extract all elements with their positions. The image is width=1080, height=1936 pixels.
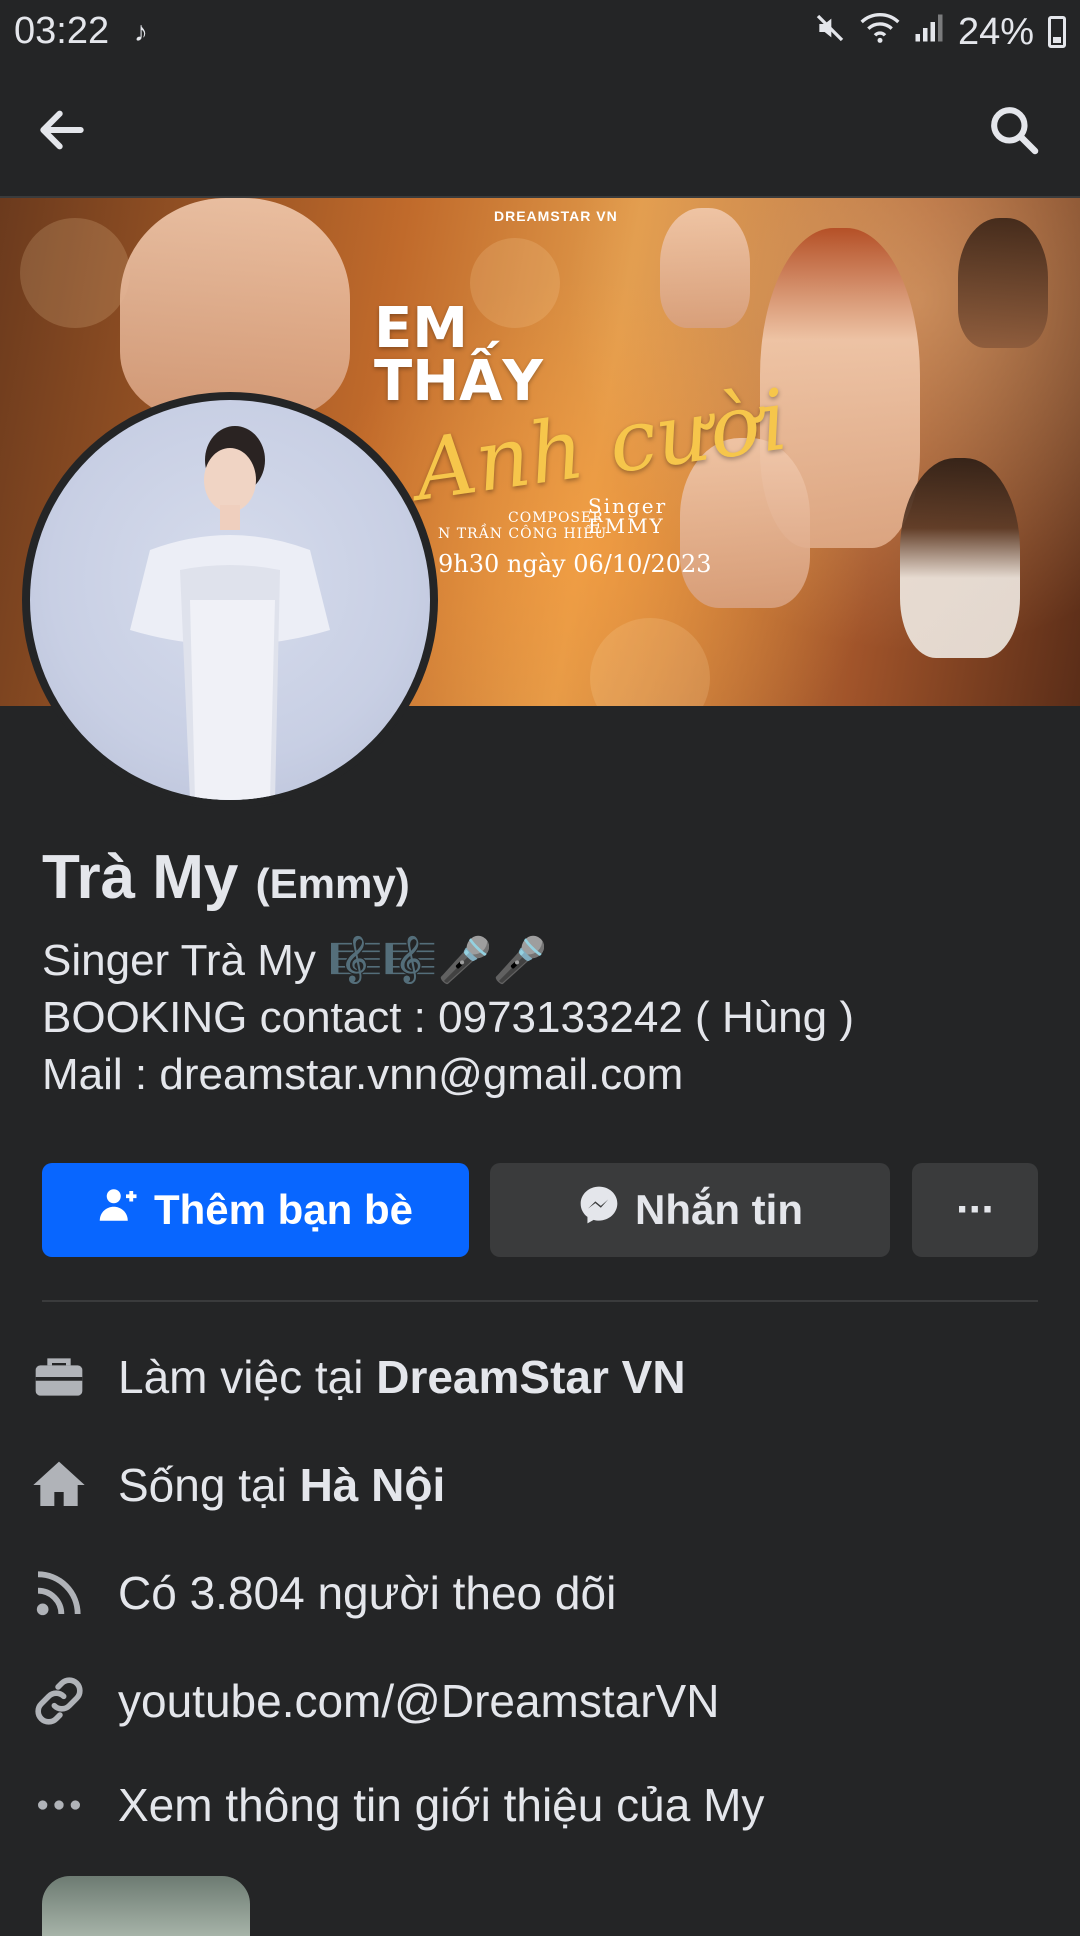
detail-see-about-text: Xem thông tin giới thiệu của My xyxy=(118,1779,765,1831)
rss-icon xyxy=(30,1564,88,1622)
message-button[interactable]: Nhắn tin xyxy=(490,1163,890,1257)
home-icon xyxy=(30,1456,88,1514)
cover-person xyxy=(900,458,1020,658)
cover-singer-name: EMMY xyxy=(588,514,665,538)
cover-person xyxy=(660,208,750,328)
arrow-left-icon[interactable] xyxy=(22,90,102,170)
bio-line: Mail : dreamstar.vnn@gmail.com xyxy=(42,1050,684,1099)
detail-bold: DreamStar VN xyxy=(376,1351,686,1403)
status-icons: 24% xyxy=(814,10,1066,54)
detail-home: Sống tại Hà Nội xyxy=(30,1456,1050,1514)
detail-home-text: Sống tại Hà Nội xyxy=(118,1458,445,1512)
avatar-photo xyxy=(30,400,430,800)
detail-work: Làm việc tại DreamStar VN xyxy=(30,1348,1050,1406)
cover-title-line1: EM xyxy=(374,296,468,361)
bio-line: BOOKING contact : 0973133242 ( Hùng ) xyxy=(42,993,855,1042)
profile-name: Trà My (Emmy) xyxy=(42,842,410,913)
cover-composer-label: COMPOSER xyxy=(508,510,604,526)
add-friend-icon xyxy=(98,1184,140,1236)
battery-icon xyxy=(1048,16,1066,48)
cover-singer: Singer EMMY xyxy=(588,496,667,536)
detail-followers: Có 3.804 người theo dõi xyxy=(30,1564,1050,1622)
detail-prefix: Làm việc tại xyxy=(118,1351,377,1403)
messenger-icon xyxy=(577,1183,621,1237)
cover-date: 9h30 ngày 06/10/2023 xyxy=(438,550,712,578)
bokeh xyxy=(590,618,710,706)
avatar-figure xyxy=(130,426,330,800)
detail-see-about[interactable]: Xem thông tin giới thiệu của My xyxy=(30,1776,1050,1834)
status-bar: 03:22 ♪ 24% xyxy=(0,0,1080,64)
add-friend-button[interactable]: Thêm bạn bè xyxy=(42,1163,469,1257)
detail-work-text: Làm việc tại DreamStar VN xyxy=(118,1350,686,1404)
profile-bio: Singer Trà My 🎼🎼🎤🎤 BOOKING contact : 097… xyxy=(42,932,854,1103)
link-icon xyxy=(30,1672,88,1730)
profile-name-text: Trà My xyxy=(42,843,239,912)
mute-icon xyxy=(814,11,846,54)
wifi-icon xyxy=(860,10,900,54)
detail-link-text[interactable]: youtube.com/@DreamstarVN xyxy=(118,1674,719,1728)
message-label: Nhắn tin xyxy=(635,1186,803,1233)
cover-composer: COMPOSER N TRẦN CÔNG HIẾU xyxy=(438,510,607,542)
detail-bold: Hà Nội xyxy=(299,1459,446,1511)
featured-photo-thumbnail[interactable] xyxy=(42,1876,250,1936)
cover-person xyxy=(120,198,350,418)
cover-title-line2: THẤY xyxy=(374,349,543,415)
cover-person xyxy=(958,218,1048,348)
bokeh xyxy=(20,218,130,328)
detail-followers-text: Có 3.804 người theo dõi xyxy=(118,1567,617,1619)
cover-singer-label: Singer xyxy=(588,494,668,518)
app-bar xyxy=(0,64,1080,198)
more-options-button[interactable]: ··· xyxy=(912,1163,1038,1257)
bio-line: Singer Trà My 🎼🎼🎤🎤 xyxy=(42,936,548,985)
search-icon[interactable] xyxy=(974,90,1054,170)
cover-brand: DREAMSTAR VN xyxy=(494,208,618,224)
signal-icon xyxy=(914,11,944,54)
section-divider xyxy=(42,1300,1038,1302)
profile-avatar[interactable] xyxy=(22,392,438,808)
status-time: 03:22 xyxy=(14,10,110,52)
battery-percent: 24% xyxy=(957,10,1034,53)
cover-composer-name: N TRẦN CÔNG HIẾU xyxy=(438,526,608,542)
profile-alt-name: (Emmy) xyxy=(255,860,410,907)
more-dots-icon: ··· xyxy=(956,1185,996,1234)
tiktok-icon: ♪ xyxy=(134,16,148,47)
add-friend-label: Thêm bạn bè xyxy=(153,1186,414,1233)
more-dots-icon xyxy=(30,1776,88,1834)
detail-link[interactable]: youtube.com/@DreamstarVN xyxy=(30,1672,1050,1730)
briefcase-icon xyxy=(30,1348,88,1406)
cover-title: EM THẤY xyxy=(374,296,543,415)
detail-prefix: Sống tại xyxy=(118,1459,300,1511)
